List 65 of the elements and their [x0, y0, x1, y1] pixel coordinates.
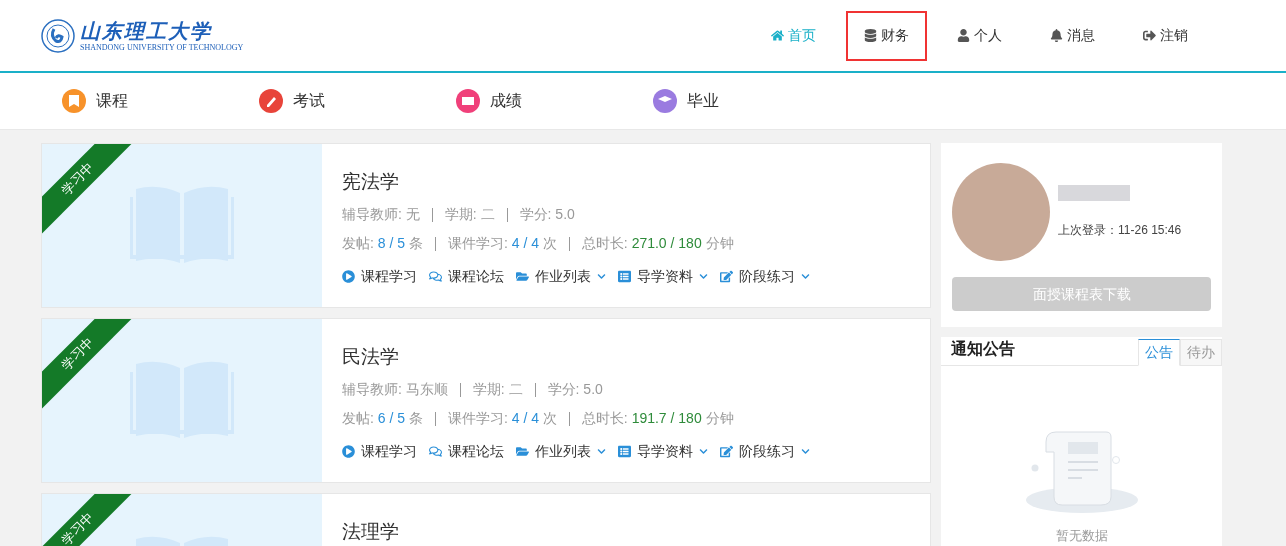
chevron-down-icon — [801, 272, 810, 281]
folder-icon — [516, 445, 529, 458]
course-action-link[interactable]: 导学资料 — [618, 266, 708, 287]
bell-icon — [1050, 29, 1063, 42]
empty-text: 暂无数据 — [1055, 527, 1108, 545]
edit-icon — [720, 270, 733, 283]
nav-link[interactable]: 消息 — [1032, 10, 1113, 61]
play-icon — [342, 445, 355, 458]
list-icon — [618, 445, 631, 458]
status-label: 学习中 — [57, 158, 98, 200]
logo-emblem-icon — [40, 17, 76, 54]
course-action-link[interactable]: 课程论坛 — [429, 441, 504, 462]
nav-link[interactable]: 注销 — [1125, 10, 1206, 61]
course-meta: 学分: 5.0 — [547, 380, 603, 399]
finance-icon — [864, 29, 877, 42]
nav-link[interactable]: 个人 — [939, 10, 1020, 61]
course-meta: 辅导教师: 马东顺 — [342, 380, 448, 399]
course-action-link[interactable]: 课程学习 — [342, 441, 417, 462]
chevron-down-icon — [699, 272, 708, 281]
chevron-down-icon — [597, 272, 606, 281]
course-title: 法理学 — [342, 520, 399, 544]
category-tab[interactable]: 课程 — [62, 89, 259, 113]
course-action-link[interactable]: 课程学习 — [342, 266, 417, 287]
logout-icon — [1143, 29, 1156, 42]
notice-tab[interactable]: 公告 — [1138, 339, 1180, 366]
status-label: 学习中 — [57, 333, 98, 375]
chevron-down-icon — [801, 447, 810, 456]
edit-icon — [720, 445, 733, 458]
category-tab[interactable]: 成绩 — [456, 89, 653, 113]
course-stat: 课件学习: 4 / 4 次 — [447, 234, 557, 253]
notice-title: 通知公告 — [951, 339, 1015, 359]
folder-icon — [516, 270, 529, 283]
chevron-down-icon — [597, 447, 606, 456]
course-stat: 发帖: 6 / 5 条 — [342, 409, 423, 428]
category-tab[interactable]: 考试 — [259, 89, 456, 113]
course-action-link[interactable]: 阶段练习 — [720, 266, 810, 287]
list-icon — [618, 270, 631, 283]
course-stat: 发帖: 8 / 5 条 — [342, 234, 423, 253]
chat-icon — [429, 270, 442, 283]
course-stat: 课件学习: 4 / 4 次 — [447, 409, 557, 428]
course-action-link[interactable]: 课程论坛 — [429, 266, 504, 287]
chat-icon — [429, 445, 442, 458]
course-meta: 学期: 二 — [472, 380, 523, 399]
chevron-down-icon — [699, 447, 708, 456]
user-icon — [957, 29, 970, 42]
blurred-name — [1058, 185, 1130, 201]
course-stat: 总时长: 271.0 / 180 分钟 — [581, 234, 734, 253]
play-icon — [342, 270, 355, 283]
course-action-link[interactable]: 作业列表 — [516, 441, 606, 462]
course-meta: 学分: 5.0 — [519, 205, 575, 224]
course-meta: 学期: 二 — [444, 205, 495, 224]
nav-link[interactable]: 财务 — [846, 10, 927, 61]
course-stat: 总时长: 191.7 / 180 分钟 — [581, 409, 734, 428]
course-title: 宪法学 — [342, 170, 400, 194]
logo-name: 山东理工大学 — [80, 18, 213, 43]
logo-subtitle: SHANDONG UNIVERSITY OF TECHNOLOGY — [80, 42, 244, 53]
course-action-link[interactable]: 作业列表 — [516, 266, 606, 287]
home-icon — [771, 29, 784, 42]
status-label: 学习中 — [57, 508, 98, 546]
category-tab[interactable]: 毕业 — [653, 89, 850, 113]
course-action-link[interactable]: 阶段练习 — [720, 441, 810, 462]
course-meta: 辅导教师: 无 — [342, 205, 420, 224]
course-title: 民法学 — [342, 345, 400, 369]
last-login-text: 上次登录：11-26 15:46 — [1058, 222, 1182, 239]
course-action-link[interactable]: 导学资料 — [618, 441, 708, 462]
